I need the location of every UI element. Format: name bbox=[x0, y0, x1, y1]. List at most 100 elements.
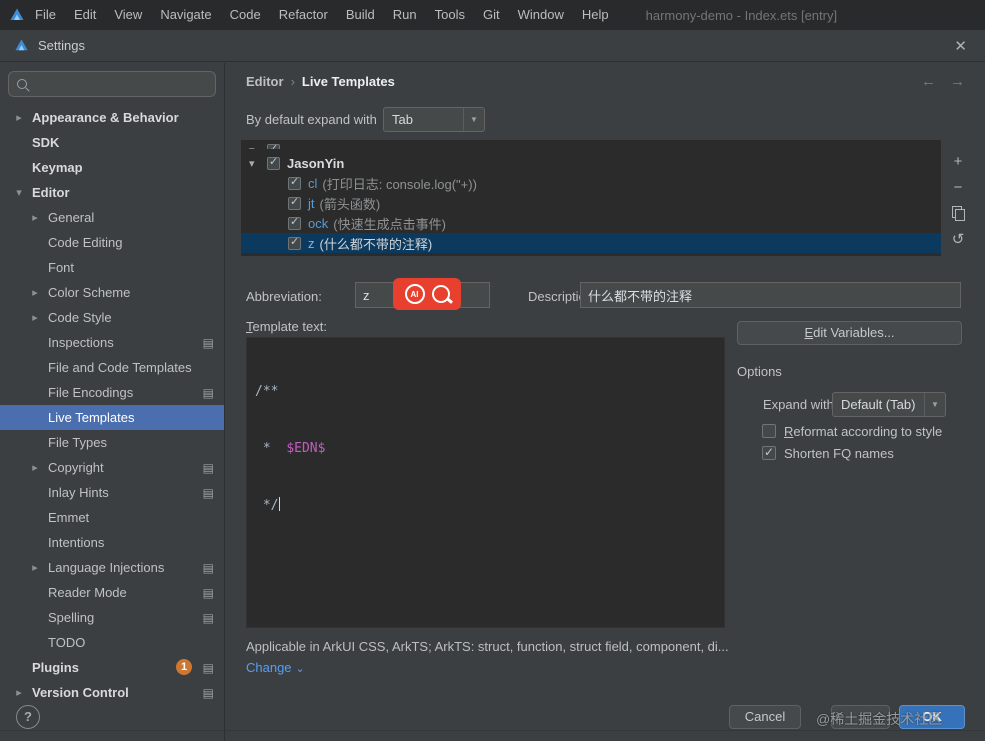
options-label: Options bbox=[737, 364, 782, 379]
template-abbr: cl bbox=[308, 175, 318, 191]
add-icon[interactable]: + bbox=[945, 148, 971, 174]
sidebar-item-code-editing[interactable]: Code Editing bbox=[0, 230, 224, 255]
sidebar-item-language-injections[interactable]: ▸ Language Injections ▤ bbox=[0, 555, 224, 580]
chevron-down-icon: ▾ bbox=[249, 144, 261, 150]
comment-text: */ bbox=[255, 498, 279, 513]
template-row-ock[interactable]: ock (快速生成点击事件) bbox=[241, 213, 941, 233]
sidebar-item-sdk[interactable]: SDK bbox=[0, 130, 224, 155]
description-input[interactable]: 什么都不带的注释 bbox=[580, 282, 961, 308]
change-link[interactable]: Change ⌄ bbox=[246, 660, 305, 675]
sidebar-item-label: Language Injections bbox=[48, 560, 165, 575]
menu-tools[interactable]: Tools bbox=[426, 0, 474, 30]
sidebar-item-file-and-code-templates[interactable]: File and Code Templates bbox=[0, 355, 224, 380]
sidebar-item-file-encodings[interactable]: File Encodings ▤ bbox=[0, 380, 224, 405]
sidebar-item-todo[interactable]: TODO bbox=[0, 630, 224, 655]
template-group-checkbox[interactable] bbox=[267, 156, 280, 170]
template-checkbox[interactable] bbox=[288, 176, 301, 190]
menu-window[interactable]: Window bbox=[509, 0, 573, 30]
template-row-z[interactable]: z (什么都不带的注释) bbox=[241, 233, 941, 253]
sidebar-item-reader-mode[interactable]: Reader Mode ▤ bbox=[0, 580, 224, 605]
in-editor-settings-icon: ▤ bbox=[202, 460, 214, 475]
menu-refactor[interactable]: Refactor bbox=[270, 0, 337, 30]
forward-icon[interactable]: → bbox=[950, 73, 965, 90]
code-line: */ bbox=[255, 496, 716, 515]
sidebar-item-appearance-behavior[interactable]: ▸ Appearance & Behavior bbox=[0, 105, 224, 130]
sidebar-item-code-style[interactable]: ▸ Code Style bbox=[0, 305, 224, 330]
template-text-editor[interactable]: /** * $EDN$ */ bbox=[246, 337, 725, 628]
in-editor-settings-icon: ▤ bbox=[202, 610, 214, 625]
help-icon[interactable]: ? bbox=[16, 705, 40, 729]
template-row-jt[interactable]: jt (箭头函数) bbox=[241, 193, 941, 213]
revert-icon[interactable]: ↺ bbox=[945, 226, 971, 252]
sidebar-item-inlay-hints[interactable]: Inlay Hints ▤ bbox=[0, 480, 224, 505]
back-icon[interactable]: ← bbox=[921, 73, 936, 90]
cancel-button[interactable]: Cancel bbox=[729, 705, 801, 729]
sidebar-item-label: Appearance & Behavior bbox=[32, 110, 179, 125]
template-list[interactable]: ▾ ▾ JasonYin cl (打印日志: console.log("+)) … bbox=[241, 140, 941, 256]
template-group-row[interactable]: ▾ JasonYin bbox=[241, 153, 941, 173]
close-icon[interactable]: ✕ bbox=[954, 37, 967, 55]
menu-edit[interactable]: Edit bbox=[65, 0, 105, 30]
chevron-right-icon: ▸ bbox=[32, 462, 38, 474]
clipped-template-row: ▾ bbox=[241, 140, 941, 149]
sidebar-item-emmet[interactable]: Emmet bbox=[0, 505, 224, 530]
sidebar-item-copyright[interactable]: ▸ Copyright ▤ bbox=[0, 455, 224, 480]
menu-view[interactable]: View bbox=[105, 0, 151, 30]
shorten-fq-checkbox[interactable] bbox=[762, 445, 776, 460]
breadcrumb-editor[interactable]: Editor bbox=[246, 74, 284, 89]
breadcrumb-separator-icon: › bbox=[290, 74, 295, 89]
sidebar-item-color-scheme[interactable]: ▸ Color Scheme bbox=[0, 280, 224, 305]
sidebar-item-live-templates[interactable]: Live Templates bbox=[0, 405, 224, 430]
remove-icon[interactable]: − bbox=[945, 174, 971, 200]
menu-help[interactable]: Help bbox=[573, 0, 618, 30]
reformat-checkbox[interactable] bbox=[762, 424, 776, 438]
in-editor-settings-icon: ▤ bbox=[202, 685, 214, 700]
sidebar-item-editor[interactable]: ▾ Editor bbox=[0, 180, 224, 205]
template-row-cl[interactable]: cl (打印日志: console.log("+)) bbox=[241, 173, 941, 193]
template-checkbox[interactable] bbox=[267, 143, 280, 149]
sidebar-item-label: Live Templates bbox=[48, 410, 135, 425]
duplicate-icon[interactable] bbox=[945, 200, 971, 226]
sidebar-item-plugins[interactable]: Plugins 1 ▤ bbox=[0, 655, 224, 680]
template-checkbox[interactable] bbox=[288, 236, 301, 250]
shorten-fq-label: Shorten FQ names bbox=[784, 446, 894, 461]
menu-code[interactable]: Code bbox=[221, 0, 270, 30]
sidebar-item-keymap[interactable]: Keymap bbox=[0, 155, 224, 180]
sidebar-item-version-control[interactable]: ▸ Version Control ▤ bbox=[0, 680, 224, 705]
menu-bar: File Edit View Navigate Code Refactor Bu… bbox=[0, 0, 985, 30]
sidebar-item-label: TODO bbox=[48, 635, 86, 650]
menu-git[interactable]: Git bbox=[474, 0, 509, 30]
template-checkbox[interactable] bbox=[288, 196, 301, 210]
template-text-label: Template text: bbox=[246, 319, 327, 334]
sidebar-item-file-types[interactable]: File Types bbox=[0, 430, 224, 455]
window-title: harmony-demo - Index.ets [entry] bbox=[645, 7, 838, 23]
menu-build[interactable]: Build bbox=[337, 0, 384, 30]
template-abbr: jt bbox=[308, 195, 315, 211]
sidebar-item-label: Color Scheme bbox=[48, 285, 131, 300]
menu-run[interactable]: Run bbox=[384, 0, 426, 30]
code-line: * $EDN$ bbox=[255, 439, 716, 458]
code-line: /** bbox=[255, 382, 716, 401]
chevron-down-icon: ▾ bbox=[249, 157, 255, 170]
edit-variables-button[interactable]: Edit Variables... bbox=[737, 321, 962, 345]
annotation-overlay: AI bbox=[393, 278, 461, 310]
settings-content: Editor › Live Templates ← → By default exp… bbox=[226, 63, 985, 741]
sidebar-item-intentions[interactable]: Intentions bbox=[0, 530, 224, 555]
sidebar-item-font[interactable]: Font bbox=[0, 255, 224, 280]
chevron-right-icon: ▸ bbox=[32, 562, 38, 574]
expand-with-combo[interactable]: Default (Tab) ▼ bbox=[832, 392, 946, 417]
sidebar-item-spelling[interactable]: Spelling ▤ bbox=[0, 605, 224, 630]
search-input[interactable] bbox=[8, 71, 216, 97]
sidebar-item-label: Intentions bbox=[48, 535, 105, 550]
menu-navigate[interactable]: Navigate bbox=[151, 0, 220, 30]
template-abbr: ock bbox=[308, 215, 329, 231]
settings-sidebar: ▸ Appearance & Behavior SDK Keymap ▾ Edito… bbox=[0, 63, 225, 741]
menu-file[interactable]: File bbox=[26, 0, 65, 30]
chevron-right-icon: ▸ bbox=[32, 287, 38, 299]
comment-text: /** bbox=[255, 384, 279, 399]
template-checkbox[interactable] bbox=[288, 216, 301, 230]
change-link-label: Change bbox=[246, 660, 292, 675]
sidebar-item-general[interactable]: ▸ General bbox=[0, 205, 224, 230]
default-expand-combo[interactable]: Tab ▼ bbox=[383, 107, 485, 132]
sidebar-item-inspections[interactable]: Inspections ▤ bbox=[0, 330, 224, 355]
